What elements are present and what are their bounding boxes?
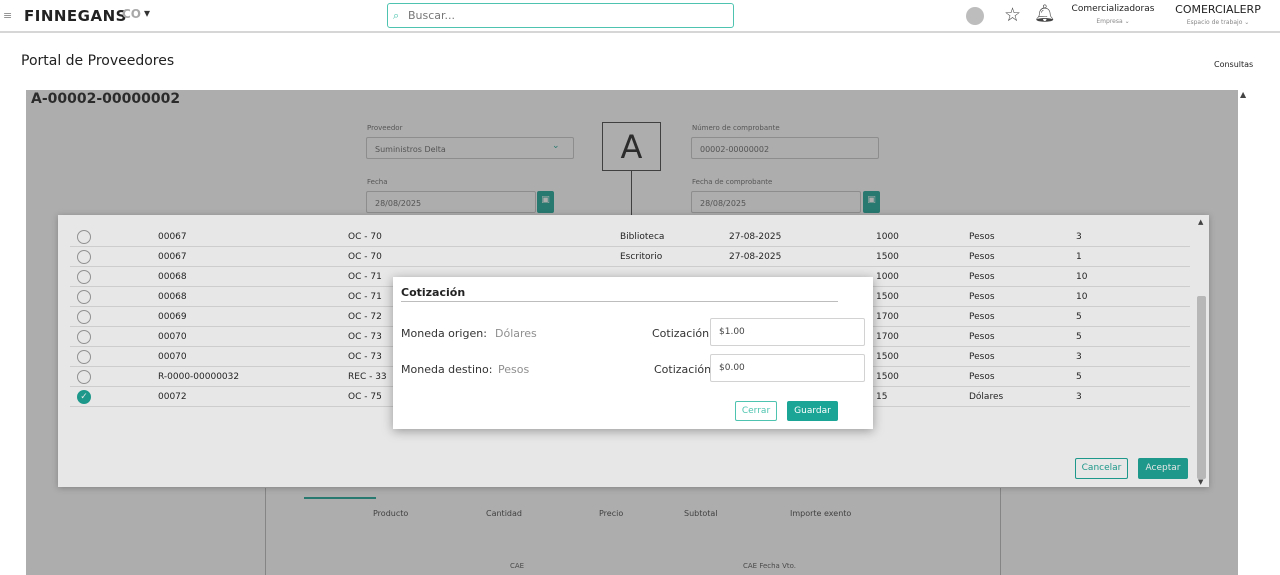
- company-selector[interactable]: Comercializadoras Empresa ⌄: [1066, 4, 1160, 25]
- moneda-destino-label: Moneda destino:: [401, 363, 493, 376]
- globe-icon[interactable]: [966, 7, 984, 25]
- cotizacion-origen-input[interactable]: [710, 318, 865, 346]
- workspace-caption: Espacio de trabajo ⌄: [1186, 19, 1250, 26]
- workspace-selector[interactable]: COMERCIALERP Espacio de trabajo ⌄: [1166, 3, 1270, 26]
- star-icon[interactable]: ☆: [1004, 4, 1021, 26]
- logo-caret-icon[interactable]: ▾: [144, 6, 150, 20]
- search-input[interactable]: [406, 6, 726, 25]
- cotizacion-destino-label: Cotización: [654, 363, 712, 376]
- modal-divider: [401, 301, 838, 302]
- search-icon: ⌕: [393, 9, 400, 22]
- modal-title: Cotización: [401, 286, 466, 299]
- scroll-up-icon[interactable]: ▲: [1240, 90, 1246, 99]
- company-caption: Empresa ⌄: [1096, 18, 1130, 25]
- cotizacion-modal: Cotización Moneda origen: Dólares Cotiza…: [393, 277, 873, 429]
- bell-icon[interactable]: 🔔︎: [1034, 4, 1056, 24]
- save-button[interactable]: Guardar: [787, 401, 838, 421]
- moneda-destino-value: Pesos: [498, 363, 530, 376]
- moneda-origen-value: Dólares: [495, 327, 537, 340]
- consultas-link[interactable]: Consultas: [1214, 60, 1253, 69]
- hamburger-icon[interactable]: ≡: [3, 9, 12, 22]
- search-box[interactable]: ⌕: [387, 3, 734, 28]
- cotizacion-origen-label: Cotización: [652, 327, 710, 340]
- close-button[interactable]: Cerrar: [735, 401, 777, 421]
- top-bar: ≡ FINNEGANS CO ▾ ⌕ ☆ 🔔︎ Comercializadora…: [0, 0, 1280, 33]
- logo[interactable]: FINNEGANS: [24, 7, 127, 25]
- company-name: Comercializadoras: [1071, 4, 1155, 14]
- moneda-origen-label: Moneda origen:: [401, 327, 487, 340]
- page-title: Portal de Proveedores: [21, 53, 175, 69]
- cotizacion-destino-input[interactable]: [710, 354, 865, 382]
- logo-mark: CO: [122, 7, 142, 21]
- workspace-name: COMERCIALERP: [1175, 3, 1261, 16]
